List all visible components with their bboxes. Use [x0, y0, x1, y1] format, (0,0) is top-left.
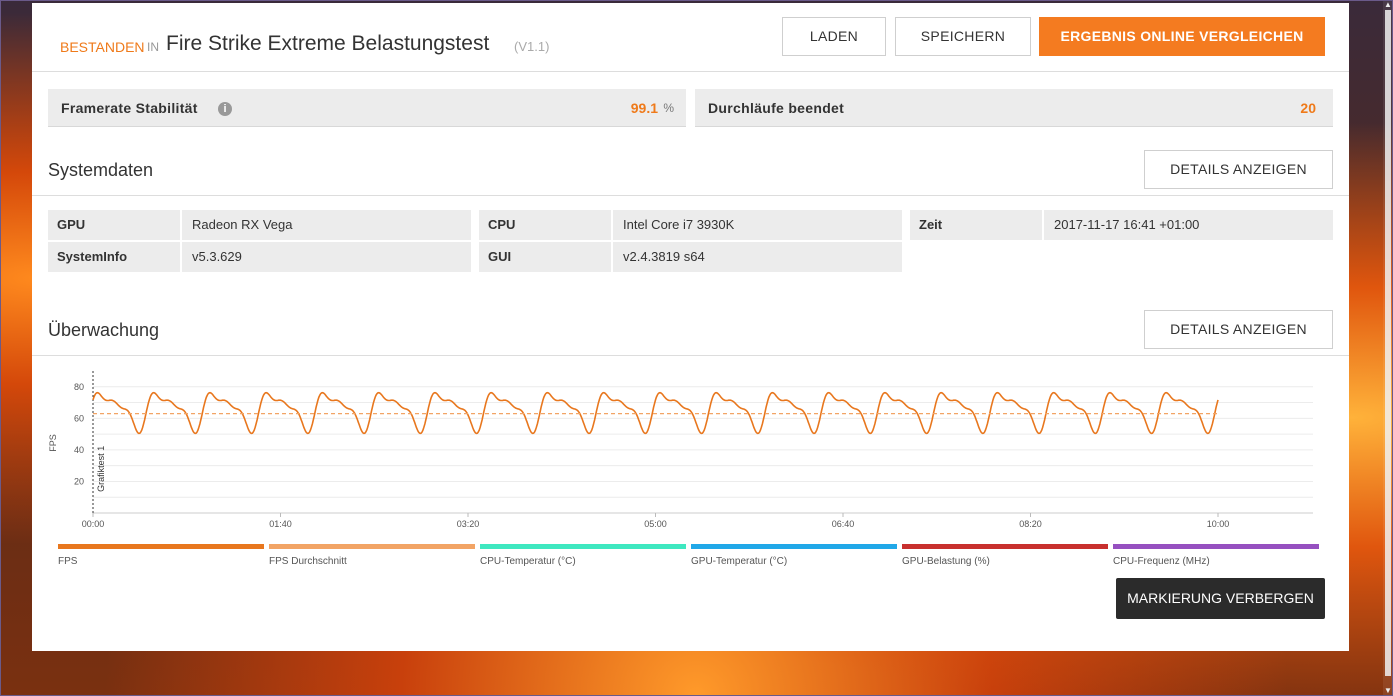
result-header: BESTANDEN IN Fire Strike Extreme Belastu…: [32, 3, 1349, 72]
legend-swatch: [902, 544, 1108, 549]
marker-label: Grafiktest 1: [96, 446, 106, 492]
cpu-value: Intel Core i7 3930K: [613, 210, 902, 240]
legend-label: CPU-Temperatur (°C): [480, 556, 576, 567]
legend-swatch: [691, 544, 897, 549]
x-tick-label: 08:20: [1019, 519, 1042, 529]
scroll-down-icon[interactable]: ▼: [1384, 686, 1392, 696]
gui-value: v2.4.3819 s64: [613, 242, 902, 272]
divider: [32, 355, 1349, 356]
x-tick-label: 05:00: [644, 519, 667, 529]
time-key: Zeit: [910, 210, 1042, 240]
loops-completed-value: 20: [1300, 100, 1316, 116]
legend-label: FPS Durchschnitt: [269, 556, 347, 567]
time-value: 2017-11-17 16:41 +01:00: [1044, 210, 1333, 240]
x-tick-label: 00:00: [82, 519, 105, 529]
y-tick-label: 20: [74, 476, 84, 486]
sysinfo-key: SystemInfo: [48, 242, 180, 272]
gpu-value: Radeon RX Vega: [182, 210, 471, 240]
y-tick-label: 60: [74, 413, 84, 423]
x-tick-label: 03:20: [457, 519, 480, 529]
legend-label: GPU-Temperatur (°C): [691, 556, 788, 567]
info-icon[interactable]: i: [218, 102, 232, 116]
framerate-stability-label: Framerate Stabilität: [61, 100, 198, 116]
test-version: (V1.1): [514, 39, 550, 54]
monitoring-title: Überwachung: [48, 320, 160, 340]
legend-swatch: [58, 544, 264, 549]
save-button[interactable]: SPEICHERN: [895, 17, 1031, 56]
compare-online-button[interactable]: ERGEBNIS ONLINE VERGLEICHEN: [1039, 17, 1325, 56]
legend-item[interactable]: GPU-Temperatur (°C): [691, 544, 897, 567]
sysinfo-value: v5.3.629: [182, 242, 471, 272]
loops-completed-label: Durchläufe beendet: [708, 100, 845, 116]
hide-marker-button[interactable]: MARKIERUNG VERBERGEN: [1116, 578, 1325, 619]
legend-swatch: [269, 544, 475, 549]
legend-label: CPU-Frequenz (MHz): [1113, 556, 1210, 567]
y-tick-label: 40: [74, 445, 84, 455]
y-tick-label: 80: [74, 382, 84, 392]
test-title: Fire Strike Extreme Belastungstest: [166, 32, 490, 55]
percent-unit: %: [663, 101, 674, 115]
legend-swatch: [480, 544, 686, 549]
x-tick-label: 01:40: [269, 519, 292, 529]
fps-chart: 20 40 60 80 FPS 00:00 01:40 03:20 05:00 06:40 08:2…: [48, 371, 1313, 529]
legend-swatch: [1113, 544, 1319, 549]
legend-item[interactable]: GPU-Belastung (%): [902, 544, 1108, 567]
status-badge: BESTANDEN: [60, 39, 145, 55]
load-button[interactable]: LADEN: [782, 17, 886, 56]
monitoring-details-button[interactable]: DETAILS ANZEIGEN: [1144, 310, 1333, 349]
system-data-title: Systemdaten: [48, 160, 154, 180]
y-axis-label: FPS: [48, 434, 58, 452]
legend-item[interactable]: FPS Durchschnitt: [269, 544, 475, 567]
divider: [32, 195, 1349, 196]
legend-item[interactable]: FPS: [58, 544, 264, 567]
gpu-key: GPU: [48, 210, 180, 240]
framerate-stability-value: 99.1: [630, 100, 658, 116]
system-details-button[interactable]: DETAILS ANZEIGEN: [1144, 150, 1333, 189]
legend-label: FPS: [58, 556, 78, 567]
legend-item[interactable]: CPU-Frequenz (MHz): [1113, 544, 1319, 567]
x-tick-label: 06:40: [832, 519, 855, 529]
scrollbar-thumb[interactable]: [1385, 10, 1391, 676]
in-label: IN: [147, 40, 159, 54]
legend-label: GPU-Belastung (%): [902, 556, 990, 567]
framerate-stability-box: Framerate Stabilität i 99.1 %: [48, 89, 686, 127]
result-panel: BESTANDEN IN Fire Strike Extreme Belastu…: [32, 3, 1349, 651]
legend-item[interactable]: CPU-Temperatur (°C): [480, 544, 686, 567]
scroll-up-icon[interactable]: ▲: [1384, 0, 1392, 10]
loops-completed-box: Durchläufe beendet 20: [695, 89, 1333, 127]
cpu-key: CPU: [479, 210, 611, 240]
gui-key: GUI: [479, 242, 611, 272]
x-tick-label: 10:00: [1207, 519, 1230, 529]
